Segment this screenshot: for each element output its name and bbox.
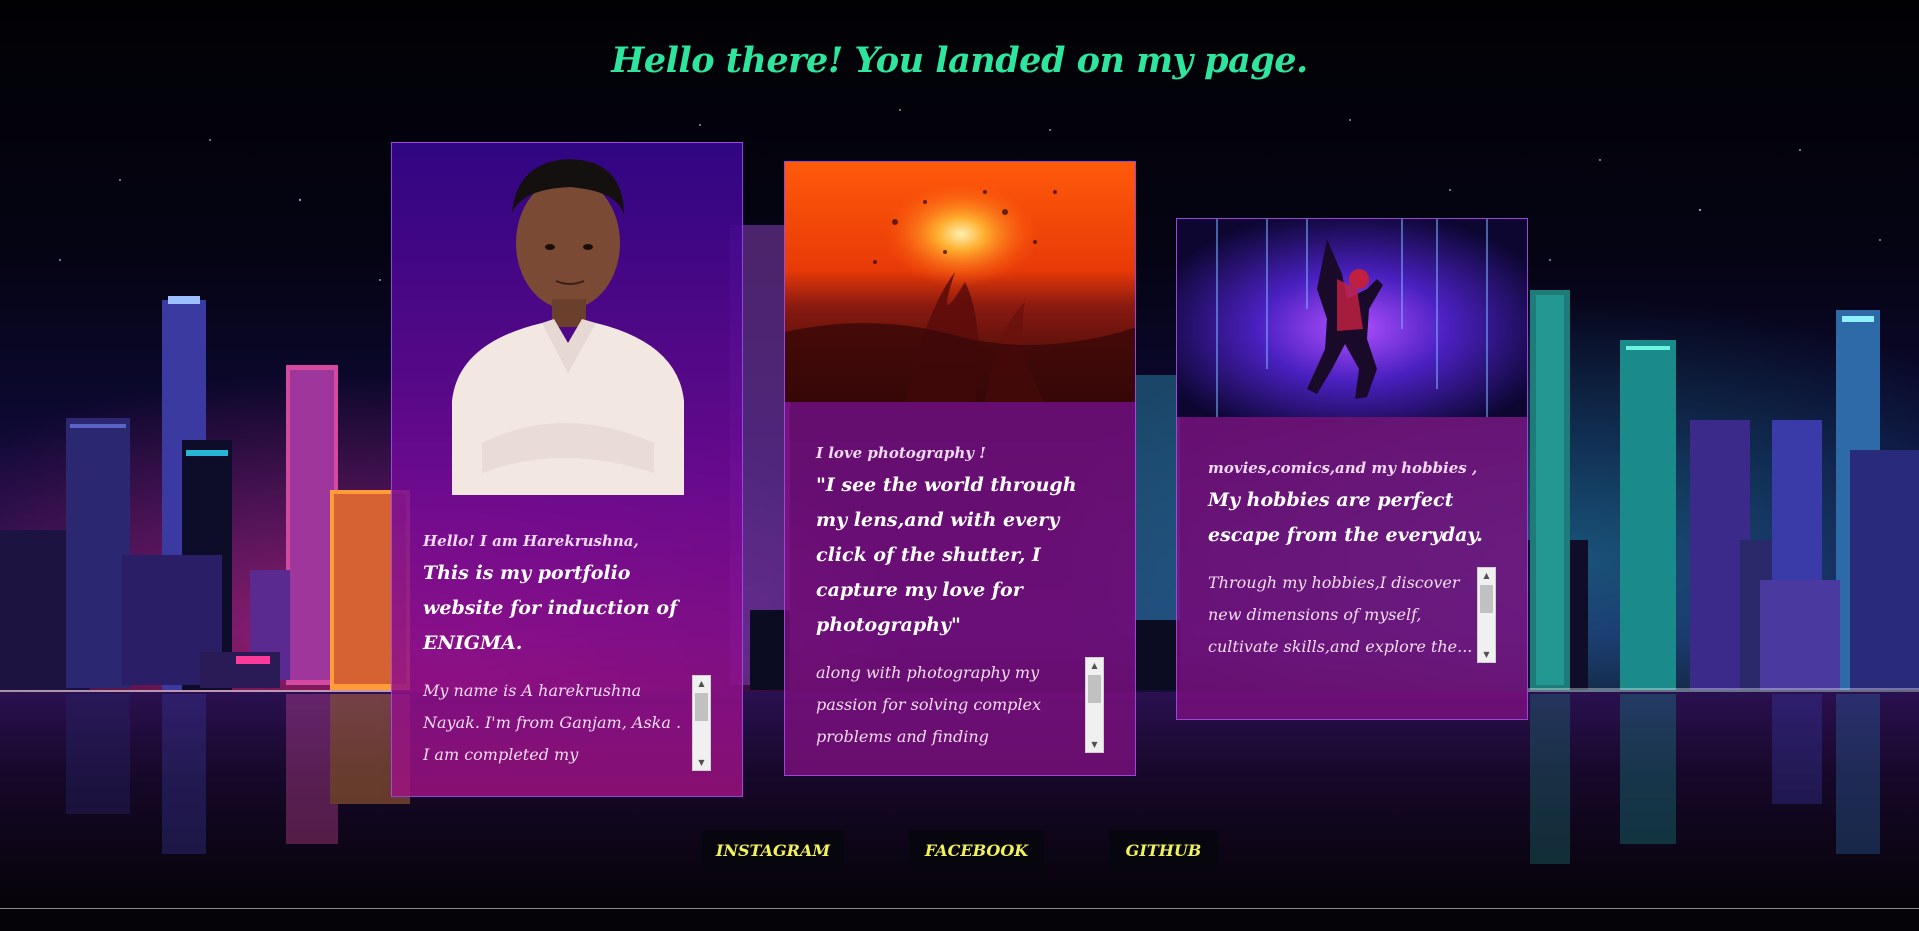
scrollbar-thumb[interactable] (1480, 585, 1493, 613)
water-splash-sunset-photo (785, 162, 1135, 402)
photography-card: I love photography ! "I see the world th… (784, 161, 1136, 776)
hobbies-card: movies,comics,and my hobbies , My hobbie… (1176, 218, 1528, 720)
footer (0, 909, 1919, 931)
scroll-down-arrow-icon[interactable]: ▼ (1478, 647, 1495, 662)
portrait-photo (392, 143, 742, 495)
scrollbar[interactable]: ▲ ▼ (1085, 657, 1104, 753)
instagram-button[interactable]: INSTAGRAM (702, 830, 844, 872)
card-intro: movies,comics,and my hobbies , (1208, 459, 1478, 477)
scroll-box[interactable]: My name is A harekrushna Nayak. I'm from… (423, 675, 711, 771)
scroll-box[interactable]: along with photography my passion for so… (816, 657, 1104, 753)
spider-man-neon-artwork (1177, 219, 1527, 417)
scroll-up-arrow-icon[interactable]: ▲ (1478, 568, 1495, 583)
card-description: My name is A harekrushna Nayak. I'm from… (423, 681, 682, 764)
card-description: along with photography my passion for so… (816, 663, 1041, 746)
profile-card: Hello! I am Harekrushna, This is my port… (391, 142, 743, 797)
card-intro: I love photography ! (816, 444, 986, 462)
facebook-button[interactable]: FACEBOOK (909, 830, 1044, 872)
card-intro: Hello! I am Harekrushna, (423, 532, 639, 550)
card-headline: "I see the world through my lens,and wit… (816, 474, 1077, 636)
scrollbar-thumb[interactable] (1088, 675, 1101, 703)
card-headline: This is my portfolio website for inducti… (423, 562, 678, 654)
scrollbar[interactable]: ▲ ▼ (1477, 567, 1496, 663)
scroll-down-arrow-icon[interactable]: ▼ (1086, 737, 1103, 752)
scrollbar[interactable]: ▲ ▼ (692, 675, 711, 771)
github-button[interactable]: GITHUB (1109, 830, 1218, 872)
scroll-down-arrow-icon[interactable]: ▼ (693, 755, 710, 770)
card-description: Through my hobbies,I discover new dimens… (1208, 573, 1473, 656)
scroll-box[interactable]: Through my hobbies,I discover new dimens… (1208, 567, 1496, 663)
scroll-up-arrow-icon[interactable]: ▲ (693, 676, 710, 691)
scroll-up-arrow-icon[interactable]: ▲ (1086, 658, 1103, 673)
page-title: Hello there! You landed on my page. (611, 40, 1308, 81)
card-headline: My hobbies are perfect escape from the e… (1208, 489, 1483, 546)
scrollbar-thumb[interactable] (695, 693, 708, 721)
